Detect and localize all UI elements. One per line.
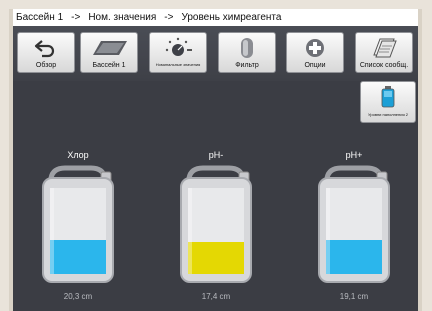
messages-button[interactable]: Список сообщ. bbox=[355, 32, 413, 73]
overview-button[interactable]: Обзор bbox=[17, 32, 75, 73]
filter-button[interactable]: Фильтр bbox=[218, 32, 276, 73]
canister-graphic bbox=[42, 165, 114, 283]
canister-handle bbox=[324, 165, 384, 179]
canister-highlight bbox=[50, 188, 54, 274]
tank-ph-minus-level: 17,4 cm bbox=[201, 292, 231, 301]
breadcrumb-item-chem-level: Уровень химреагента bbox=[181, 12, 282, 23]
filter-label: Фильтр bbox=[235, 62, 259, 69]
canister-icon bbox=[361, 85, 415, 109]
canister-graphic bbox=[318, 165, 390, 283]
pool-icon bbox=[81, 37, 137, 59]
breadcrumb-separator: -> bbox=[71, 12, 81, 23]
fill-levels-2-label: Уровни наполнения 2 bbox=[368, 112, 408, 117]
tank-ph-minus-title: pH- bbox=[208, 150, 224, 160]
canister-highlight bbox=[188, 188, 192, 274]
breadcrumb-item-setpoints[interactable]: Ном. значения bbox=[88, 12, 156, 23]
pool1-label: Бассейн 1 bbox=[92, 62, 126, 69]
tank-chlorine-level: 20,3 cm bbox=[63, 292, 93, 301]
tank-ph-minus bbox=[177, 164, 255, 284]
setpoints-label: Номинальные значения bbox=[155, 62, 201, 67]
tank-ph-plus bbox=[315, 164, 393, 284]
messages-icon bbox=[356, 37, 412, 59]
canister-graphic bbox=[180, 165, 252, 283]
liquid-level bbox=[50, 240, 106, 274]
tank-chlorine bbox=[39, 164, 117, 284]
options-label: Опции bbox=[304, 62, 326, 69]
back-arrow-icon bbox=[18, 37, 74, 59]
overview-label: Обзор bbox=[35, 62, 57, 69]
breadcrumb-item-pool[interactable]: Бассейн 1 bbox=[16, 12, 63, 23]
liquid-level bbox=[326, 240, 382, 274]
breadcrumb-separator: -> bbox=[164, 12, 174, 23]
filter-icon bbox=[219, 37, 275, 59]
toolbar: Обзор Бассейн 1 Номинальные значения Фил… bbox=[13, 26, 418, 81]
canister-highlight bbox=[326, 188, 330, 274]
gauge-icon bbox=[150, 37, 206, 59]
canister-handle bbox=[186, 165, 246, 179]
tank-ph-plus-title: pH+ bbox=[345, 150, 363, 160]
canister-handle bbox=[48, 165, 108, 179]
options-button[interactable]: Опции bbox=[286, 32, 344, 73]
pool1-button[interactable]: Бассейн 1 bbox=[80, 32, 138, 73]
liquid-level bbox=[188, 242, 244, 274]
screen: Бассейн 1 -> Ном. значения -> Уровень химреа… bbox=[9, 9, 422, 311]
plus-icon bbox=[287, 37, 343, 59]
messages-label: Список сообщ. bbox=[359, 62, 409, 69]
fill-levels-2-button[interactable]: Уровни наполнения 2 bbox=[360, 81, 416, 123]
breadcrumb: Бассейн 1 -> Ном. значения -> Уровень химреа… bbox=[13, 9, 418, 26]
setpoints-button[interactable]: Номинальные значения bbox=[149, 32, 207, 73]
tank-ph-plus-level: 19,1 cm bbox=[339, 292, 369, 301]
tank-chlorine-title: Хлор bbox=[67, 150, 89, 160]
